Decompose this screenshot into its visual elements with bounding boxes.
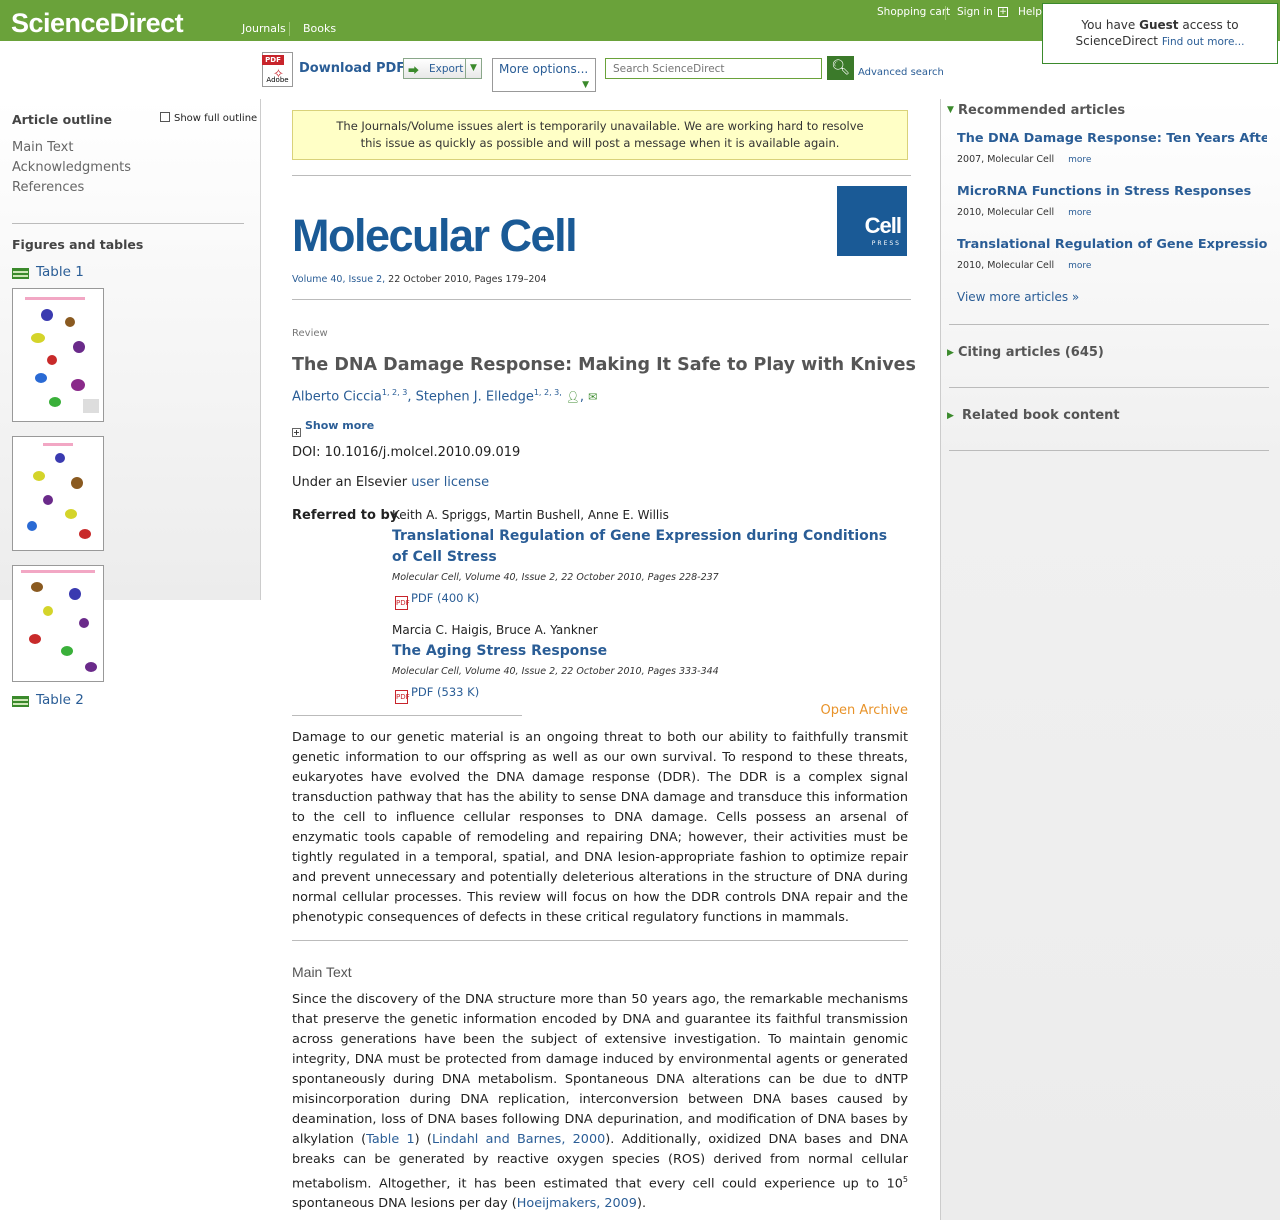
- main-text-heading: Main Text: [292, 964, 352, 980]
- license-line: Under an Elsevier user license: [292, 475, 490, 490]
- more-link[interactable]: more: [1068, 155, 1091, 165]
- more-options-select[interactable]: More options... ▼: [492, 58, 596, 92]
- volume-issue-link[interactable]: Volume 40, Issue 2,: [292, 274, 385, 285]
- recommended-article-meta: 2010, Molecular Cell more: [957, 260, 1092, 271]
- divider: [949, 450, 1269, 451]
- citation-link[interactable]: Hoeijmakers, 2009: [517, 1196, 637, 1211]
- advanced-search-link[interactable]: Advanced search: [858, 67, 944, 78]
- author-link[interactable]: Alberto Ciccia: [292, 389, 382, 404]
- show-full-outline-checkbox[interactable]: Show full outline: [160, 112, 257, 124]
- citation-link[interactable]: Lindahl and Barnes, 2000: [432, 1132, 605, 1147]
- envelope-icon[interactable]: ✉: [588, 390, 597, 403]
- chevron-down-icon: ▼: [582, 80, 589, 90]
- search-input[interactable]: [605, 58, 822, 79]
- divider: [949, 387, 1269, 388]
- divider: [292, 299, 911, 300]
- author-list: Alberto Ciccia1, 2, 3, Stephen J. Elledg…: [292, 388, 598, 405]
- shopping-cart-link[interactable]: Shopping cart: [877, 6, 950, 18]
- figure-3-thumbnail[interactable]: [12, 565, 104, 682]
- help-plus-icon[interactable]: +: [998, 7, 1008, 17]
- open-archive-badge: Open Archive: [820, 703, 909, 718]
- recommended-articles-heading[interactable]: Recommended articles: [958, 103, 1125, 118]
- outline-link-main-text[interactable]: Main Text: [12, 140, 73, 155]
- collapsed-arrow-icon[interactable]: ▶: [947, 348, 954, 358]
- nav-journals[interactable]: Journals: [242, 22, 286, 35]
- outline-link-acknowledgments[interactable]: Acknowledgments: [12, 160, 131, 175]
- export-icon: ⮕: [408, 64, 419, 77]
- search-button[interactable]: 🔍︎: [827, 56, 854, 80]
- table-1-inline-link[interactable]: Table 1: [366, 1132, 415, 1147]
- table-icon: [12, 696, 29, 707]
- help-link[interactable]: Help: [1018, 6, 1042, 18]
- guest-access-box: You have Guest access to ScienceDirect F…: [1042, 3, 1278, 64]
- recommended-article-meta: 2010, Molecular Cell more: [957, 207, 1092, 218]
- journal-citation: Volume 40, Issue 2, 22 October 2010, Pag…: [292, 274, 547, 285]
- ref-title-link[interactable]: The Aging Stress Response: [392, 641, 897, 662]
- ref-pdf-link[interactable]: PDFPDF (533 K): [395, 685, 479, 704]
- recommended-article-link[interactable]: The DNA Damage Response: Ten Years After: [957, 131, 1267, 146]
- article-outline-heading: Article outline: [12, 112, 113, 127]
- alert-banner: The Journals/Volume issues alert is temp…: [292, 110, 908, 160]
- ref-authors: Marcia C. Haigis, Bruce A. Yankner: [392, 623, 598, 637]
- find-out-more-link[interactable]: Find out more...: [1162, 36, 1245, 48]
- ref-authors: Keith A. Spriggs, Martin Bushell, Anne E…: [392, 508, 669, 522]
- related-book-content-heading[interactable]: Related book content: [962, 408, 1120, 423]
- nav-books[interactable]: Books: [303, 22, 336, 35]
- figures-tables-heading: Figures and tables: [12, 237, 144, 252]
- divider: [292, 715, 522, 716]
- citing-articles-heading[interactable]: Citing articles (645): [958, 345, 1104, 360]
- table-2-link[interactable]: Table 2: [36, 692, 84, 708]
- search-icon: 🔍︎: [830, 58, 851, 76]
- guest-access-line2: ScienceDirect Find out more...: [1075, 34, 1245, 48]
- plus-icon: +: [292, 428, 301, 437]
- doi: DOI: 10.1016/j.molcel.2010.09.019: [292, 445, 521, 460]
- chevron-down-icon[interactable]: ▼: [465, 59, 481, 78]
- figure-2-thumbnail[interactable]: [12, 436, 104, 551]
- divider: [292, 175, 911, 176]
- divider: [292, 940, 908, 941]
- sign-in-link[interactable]: Sign in: [957, 6, 993, 18]
- download-pdf-link[interactable]: Download PDF: [299, 61, 405, 76]
- pdf-icon[interactable]: PDF ✧ Adobe: [262, 52, 293, 87]
- table-1-link[interactable]: Table 1: [36, 264, 84, 280]
- sidebar-divider: [12, 223, 244, 224]
- pdf-icon: PDF: [395, 690, 410, 704]
- cell-press-logo[interactable]: Cell PRESS: [837, 186, 907, 256]
- more-link[interactable]: more: [1068, 208, 1091, 218]
- ref-citation: Molecular Cell, Volume 40, Issue 2, 22 O…: [392, 572, 719, 583]
- main-text-paragraph: Since the discovery of the DNA structure…: [292, 992, 908, 1212]
- recommended-article-meta: 2007, Molecular Cell more: [957, 154, 1092, 165]
- expanded-arrow-icon[interactable]: ▼: [947, 105, 954, 115]
- person-icon[interactable]: 👤︎: [566, 390, 580, 403]
- ref-title-link[interactable]: Translational Regulation of Gene Express…: [392, 526, 897, 568]
- outline-link-references[interactable]: References: [12, 180, 84, 195]
- export-button[interactable]: ⮕ Export ▼: [403, 58, 482, 79]
- column-divider: [940, 99, 941, 1220]
- journal-title[interactable]: Molecular Cell: [292, 210, 578, 262]
- pdf-icon: PDF: [395, 596, 410, 610]
- collapsed-arrow-icon[interactable]: ▶: [947, 411, 954, 421]
- show-more-toggle[interactable]: +Show more: [292, 419, 374, 437]
- abstract-text: Damage to our genetic material is an ong…: [292, 730, 908, 925]
- guest-access-line1: You have Guest access to: [1081, 18, 1239, 32]
- ref-citation: Molecular Cell, Volume 40, Issue 2, 22 O…: [392, 666, 719, 677]
- table-icon: [12, 268, 29, 279]
- divider: [949, 324, 1269, 325]
- link-divider: [945, 6, 946, 20]
- author-link[interactable]: Stephen J. Elledge: [416, 389, 534, 404]
- article-type-label: Review: [292, 328, 328, 339]
- more-link[interactable]: more: [1068, 261, 1091, 271]
- view-more-articles-link[interactable]: View more articles »: [957, 290, 1079, 304]
- recommended-article-link[interactable]: MicroRNA Functions in Stress Responses: [957, 184, 1267, 199]
- sciencedirect-logo[interactable]: ScienceDirect: [11, 8, 184, 39]
- recommended-article-link[interactable]: Translational Regulation of Gene Express…: [957, 237, 1267, 252]
- figure-1-thumbnail[interactable]: [12, 288, 104, 422]
- ref-pdf-link[interactable]: PDFPDF (400 K): [395, 591, 479, 610]
- checkbox-icon: [160, 112, 170, 122]
- user-license-link[interactable]: user license: [411, 475, 489, 490]
- article-title: The DNA Damage Response: Making It Safe …: [292, 355, 916, 375]
- nav-divider: [289, 22, 290, 36]
- referred-to-by-label: Referred to by: [292, 508, 399, 523]
